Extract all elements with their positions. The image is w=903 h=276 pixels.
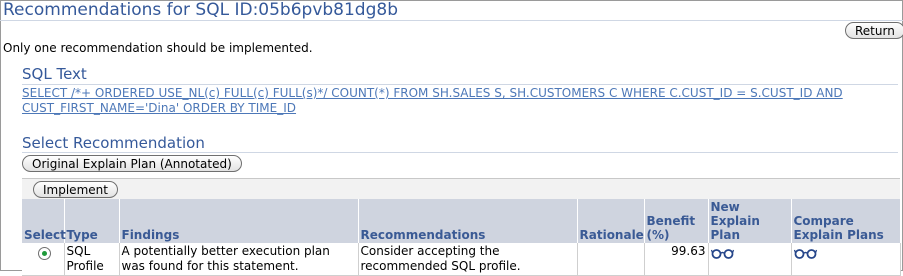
col-new-explain-plan: New Explain Plan (708, 199, 792, 243)
glasses-icon[interactable] (710, 248, 735, 259)
col-select: Select (22, 199, 66, 243)
select-recommendation-heading: Select Recommendation (22, 134, 205, 152)
sql-text-heading: SQL Text (22, 65, 87, 83)
return-button[interactable]: Return (845, 22, 903, 39)
select-recommendation-divider (22, 152, 898, 153)
col-rationale: Rationale (577, 199, 645, 243)
glasses-icon[interactable] (793, 248, 818, 259)
instruction-note: Only one recommendation should be implem… (3, 41, 313, 55)
sql-text-divider (22, 84, 898, 85)
col-compare-explain-plans: Compare Explain Plans (791, 199, 901, 243)
col-recommendations: Recommendations (358, 199, 578, 243)
recommendations-panel: Implement Select Type Findings Recommend… (22, 178, 901, 276)
col-findings: Findings (119, 199, 359, 243)
col-type: Type (64, 199, 120, 243)
implement-button[interactable]: Implement (33, 181, 118, 198)
page-title: Recommendations for SQL ID:05b6pvb81dg8b (3, 0, 399, 20)
col-benefit: Benefit (%) (644, 199, 709, 243)
recommendations-table: Select Type Findings Recommendations Rat… (22, 199, 901, 276)
title-divider (0, 20, 903, 21)
original-explain-plan-button[interactable]: Original Explain Plan (Annotated) (22, 155, 242, 172)
sql-statement-link[interactable]: SELECT /*+ ORDERED USE_NL(c) FULL(c) FUL… (22, 86, 852, 116)
select-radio[interactable] (38, 247, 51, 260)
table-header-row: Select Type Findings Recommendations Rat… (22, 199, 901, 243)
